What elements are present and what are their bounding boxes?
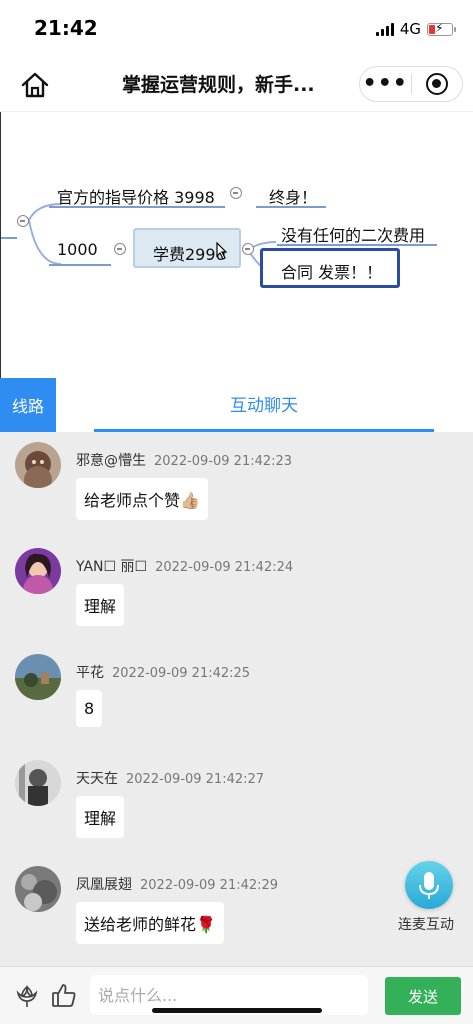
thumbs-up-icon [52, 984, 76, 1007]
close-miniprogram-button[interactable] [412, 73, 463, 95]
battery-icon: ⚡ [427, 21, 456, 36]
avatar [15, 654, 61, 700]
collapse-node-icon [242, 243, 254, 255]
message-time: 2022-09-09 21:42:23 [154, 454, 293, 469]
chat-input-bar: 发送 [0, 966, 473, 1024]
send-flower-button[interactable] [14, 983, 40, 1009]
microphone-icon [419, 872, 439, 899]
message-bubble: 理解 [76, 796, 125, 838]
avatar [15, 548, 61, 594]
like-button[interactable] [50, 981, 78, 1009]
contract-invoice-text: 合同 发票！！ [281, 263, 383, 282]
signal-icon [375, 22, 394, 36]
miniprogram-capsule: ••• [359, 66, 463, 102]
sender-name: YAN☐ 丽☐ [76, 559, 148, 575]
sender-name: 天天在 [76, 771, 118, 787]
price-1000-text: 1000 [57, 240, 98, 259]
tab-bar: 线路 互动聊天 [0, 378, 473, 432]
avatar [15, 442, 61, 488]
network-type: 4G [399, 20, 421, 38]
tab-route[interactable]: 线路 [0, 378, 56, 432]
message-time: 2022-09-09 21:42:25 [112, 666, 251, 681]
message-time: 2022-09-09 21:42:29 [140, 878, 279, 893]
sender-name: 邪意@懵生 [76, 453, 146, 469]
message-time: 2022-09-09 21:42:24 [155, 560, 294, 575]
avatar [15, 760, 61, 806]
message-bubble: 8 [76, 690, 103, 727]
message-bubble: 送给老师的鲜花🌹 [76, 902, 224, 944]
message-time: 2022-09-09 21:42:27 [126, 772, 265, 787]
live-video-area[interactable]: 官方的指导价格 3998 终身！ 1000 学费2990 没有任何的二次费用 合… [0, 112, 473, 378]
message-bubble: 理解 [76, 584, 125, 626]
tab-interactive-chat[interactable]: 互动聊天 [94, 378, 434, 432]
page-title: 掌握运营规则，新手... [122, 74, 315, 96]
message-bubble: 给老师点个赞👍🏼 [76, 478, 208, 520]
home-icon [21, 72, 49, 98]
mic-connect-button[interactable] [405, 861, 453, 909]
avatar [15, 866, 61, 912]
status-bar: 21:42 4G ⚡ [0, 0, 473, 56]
status-time: 21:42 [34, 16, 98, 40]
nav-bar: 掌握运营规则，新手... ••• [0, 56, 473, 112]
cursor-icon [216, 242, 228, 260]
sender-name: 凤凰展翅 [76, 877, 132, 893]
lifetime-text: 终身！ [269, 188, 318, 207]
status-indicators: 4G ⚡ [375, 20, 456, 38]
send-button[interactable]: 发送 [385, 977, 461, 1015]
more-menu-button[interactable]: ••• [360, 73, 411, 95]
official-price-text: 官方的指导价格 3998 [57, 188, 215, 207]
collapse-node-icon [114, 243, 126, 255]
target-close-icon [425, 73, 448, 95]
home-button[interactable] [18, 68, 52, 102]
home-indicator [152, 1008, 322, 1013]
no-extra-fee-text: 没有任何的二次费用 [281, 226, 426, 245]
mic-connect-label[interactable]: 连麦互动 [398, 914, 454, 934]
collapse-node-icon [230, 187, 242, 199]
collapse-node-icon [17, 215, 29, 227]
sender-name: 平花 [76, 665, 104, 681]
flower-icon [16, 985, 38, 1007]
